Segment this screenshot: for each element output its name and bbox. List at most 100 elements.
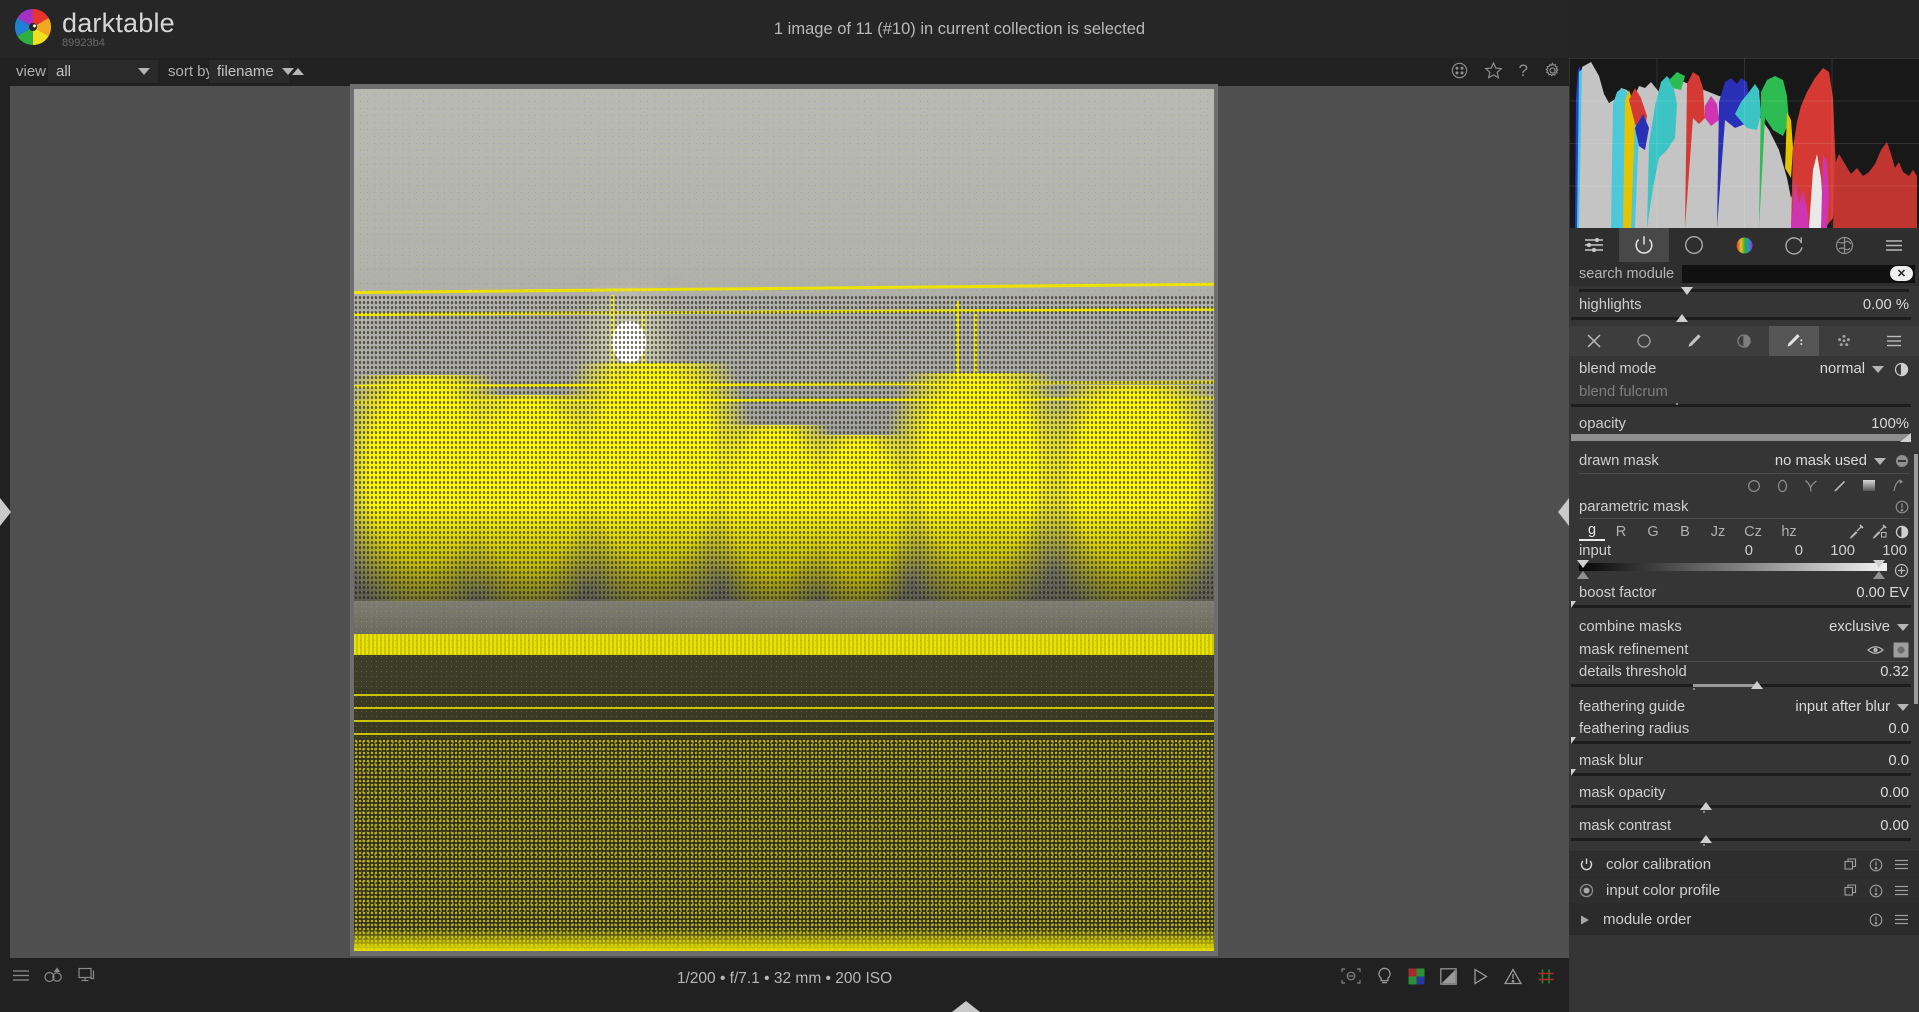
parametric-range-slider[interactable] <box>1579 562 1909 580</box>
collapse-left-panel-arrow[interactable] <box>0 498 11 526</box>
overexposed-warning-icon[interactable] <box>1537 968 1555 985</box>
right-panel-scrollbar[interactable] <box>1914 454 1918 704</box>
star-rating-icon[interactable] <box>1484 61 1503 80</box>
module-color-calibration[interactable]: color calibration <box>1569 851 1919 877</box>
module-input-color-profile[interactable]: input color profile <box>1569 877 1919 903</box>
gradient-shape-icon[interactable] <box>1862 479 1876 492</box>
multi-instance-icon[interactable] <box>1844 858 1858 872</box>
clear-x-icon[interactable]: ✕ <box>1890 266 1913 281</box>
blend-tab-raster-mask[interactable] <box>1819 326 1869 356</box>
blend-tab-drawn-and-parametric[interactable] <box>1769 326 1819 356</box>
softproof-icon[interactable] <box>1440 968 1457 985</box>
param-highlights[interactable]: highlights 0.00 % <box>1569 295 1919 314</box>
presets-menu-icon[interactable] <box>1894 859 1909 870</box>
param-mask-opacity[interactable]: mask opacity 0.00 <box>1569 783 1919 802</box>
input-value-2[interactable]: 100 <box>1803 543 1855 559</box>
add-output-icon[interactable] <box>1894 563 1909 578</box>
param-feathering-guide[interactable]: feathering guide input after blur <box>1569 695 1919 719</box>
slider-knob[interactable] <box>1900 433 1911 442</box>
expand-triangle-icon[interactable] <box>1579 914 1591 926</box>
edit-shapes-icon[interactable] <box>1891 478 1905 493</box>
opacity-slider[interactable] <box>1571 433 1911 443</box>
feathering-radius-slider[interactable] <box>1571 738 1911 747</box>
mask-opacity-slider[interactable] <box>1571 802 1911 814</box>
gear-preferences-icon[interactable] <box>1544 62 1561 79</box>
color-assessment-icon[interactable] <box>1408 968 1425 985</box>
path-shape-icon[interactable] <box>1804 479 1818 493</box>
slider-knob[interactable] <box>1751 681 1763 689</box>
input-value-0[interactable]: 0 <box>1699 543 1753 559</box>
param-feathering-radius[interactable]: feathering radius 0.0 <box>1569 719 1919 738</box>
display-mask-icon[interactable] <box>1893 642 1909 658</box>
highlights-top-slider[interactable] <box>1579 286 1909 295</box>
invert-polarity-icon[interactable] <box>1894 362 1909 377</box>
chevron-down-icon[interactable] <box>1872 366 1884 373</box>
slider-knob[interactable] <box>1676 314 1688 322</box>
slider-knob[interactable] <box>1571 769 1576 776</box>
picker-area-icon[interactable] <box>1872 524 1887 539</box>
reset-icon[interactable] <box>1869 858 1883 872</box>
input-value-1[interactable]: 0 <box>1753 543 1803 559</box>
view-filter-select[interactable]: all <box>48 60 158 83</box>
blend-tab-uniformly[interactable] <box>1619 326 1669 356</box>
help-question-icon[interactable]: ? <box>1519 62 1528 79</box>
circle-shape-icon[interactable] <box>1747 479 1761 493</box>
histogram-widget[interactable] <box>1569 58 1919 228</box>
picker-single-icon[interactable] <box>1849 524 1864 539</box>
hamburger-menu-icon[interactable] <box>12 968 30 983</box>
module-tab-tone[interactable] <box>1669 228 1719 262</box>
channel-tab-R[interactable]: R <box>1605 524 1637 540</box>
range-handle-right-bottom[interactable] <box>1873 571 1885 579</box>
reset-icon[interactable] <box>1869 913 1883 927</box>
channel-tab-B[interactable]: B <box>1669 524 1701 540</box>
reset-icon[interactable] <box>1869 884 1883 898</box>
blend-tab-off[interactable] <box>1569 326 1619 356</box>
eye-toggle-icon[interactable] <box>1867 644 1884 656</box>
presets-menu-icon[interactable] <box>1894 885 1909 896</box>
module-tab-correction[interactable] <box>1769 228 1819 262</box>
range-handle-right-top[interactable] <box>1873 560 1885 568</box>
slider-knob[interactable] <box>1700 835 1712 843</box>
center-image-area[interactable] <box>10 86 1569 958</box>
ellipse-shape-icon[interactable] <box>1776 479 1789 493</box>
app-logo[interactable]: darktable 89923b4 <box>14 8 175 49</box>
module-tab-color[interactable] <box>1719 228 1769 262</box>
chevron-down-icon[interactable] <box>1897 624 1909 631</box>
param-combine-masks[interactable]: combine masks exclusive <box>1569 615 1919 639</box>
collapse-right-panel-arrow[interactable] <box>1558 498 1569 526</box>
param-drawn-mask[interactable]: drawn mask no mask used <box>1569 449 1919 473</box>
blend-presets-menu-icon[interactable] <box>1869 326 1919 356</box>
module-tab-presets-menu[interactable] <box>1869 228 1919 262</box>
param-blend-mode[interactable]: blend mode normal <box>1569 356 1919 382</box>
filmstrip-toggle-icon[interactable] <box>44 967 64 983</box>
param-opacity[interactable]: opacity 100% <box>1569 414 1919 433</box>
darkroom-image-preview[interactable] <box>354 89 1214 951</box>
slider-knob[interactable] <box>1700 802 1712 810</box>
boost-factor-slider[interactable] <box>1571 602 1911 611</box>
sort-ascending-icon[interactable] <box>292 68 304 75</box>
search-module-input[interactable]: ✕ <box>1682 265 1915 283</box>
range-handle-left-bottom[interactable] <box>1577 571 1589 579</box>
multi-instance-icon[interactable] <box>1844 884 1858 898</box>
chevron-down-icon[interactable] <box>1897 704 1909 711</box>
slider-knob[interactable] <box>1681 287 1693 295</box>
mask-polarity-icon[interactable] <box>1895 454 1909 468</box>
param-boost-factor[interactable]: boost factor 0.00 EV <box>1569 583 1919 602</box>
slider-knob[interactable] <box>1571 601 1576 608</box>
sort-by-select[interactable]: filename <box>209 60 289 83</box>
channel-tab-hz[interactable]: hz <box>1771 524 1807 540</box>
reset-parameters-icon[interactable] <box>1895 500 1909 514</box>
input-value-3[interactable]: 100 <box>1855 543 1907 559</box>
mask-contrast-slider[interactable] <box>1571 835 1911 847</box>
highlights-slider[interactable] <box>1571 314 1911 323</box>
invert-polarity-icon[interactable] <box>1895 525 1909 539</box>
gamut-check-icon[interactable] <box>1472 968 1489 985</box>
mask-blur-slider[interactable] <box>1571 770 1911 779</box>
param-mask-contrast[interactable]: mask contrast 0.00 <box>1569 816 1919 835</box>
module-tab-base[interactable] <box>1619 228 1669 262</box>
focus-peaking-icon[interactable] <box>1341 968 1361 984</box>
raw-overexposed-icon[interactable] <box>1504 968 1522 985</box>
blend-tab-drawn-mask[interactable] <box>1669 326 1719 356</box>
module-order[interactable]: module order <box>1569 903 1919 935</box>
channel-tab-g[interactable]: g <box>1579 522 1605 541</box>
